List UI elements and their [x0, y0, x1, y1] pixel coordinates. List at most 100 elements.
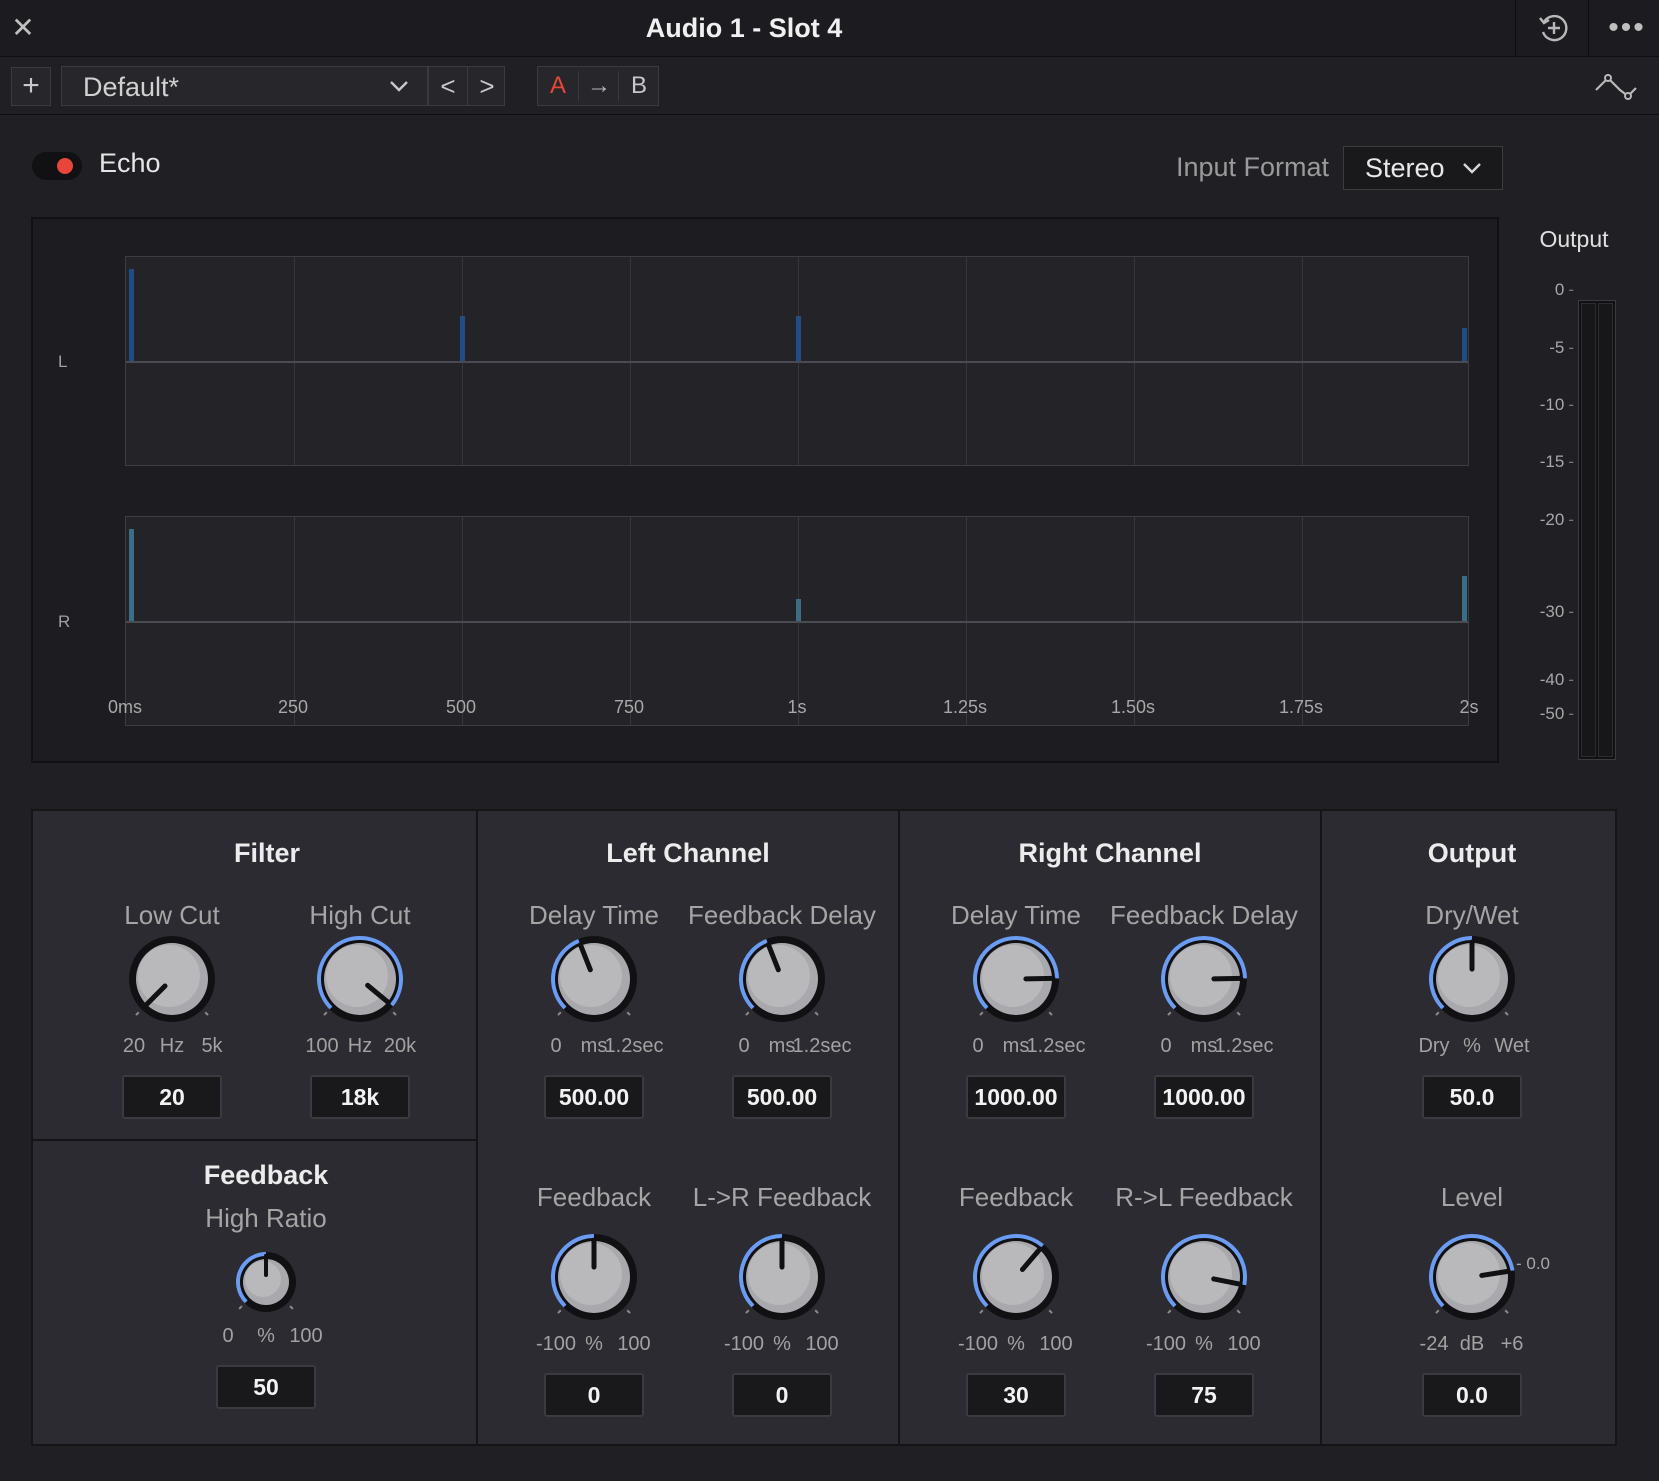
right-channel-section-title: Right Channel	[1018, 838, 1202, 868]
left-feedback-delay-scale-min: 0	[738, 1035, 750, 1057]
tick-mark: -	[1568, 510, 1574, 529]
enable-toggle[interactable]	[32, 152, 82, 180]
r-to-l-feedback-knob[interactable]	[1151, 1224, 1257, 1335]
enable-indicator	[57, 158, 73, 174]
time-tick-label: 2s	[1459, 697, 1479, 717]
high-ratio-knob[interactable]	[226, 1242, 306, 1327]
echo-display: L R 0ms 250 500 750 1s 1.25s 1.50s 1.75s 2s	[31, 217, 1499, 763]
meter-tick-value: -40	[1539, 670, 1565, 689]
left-feedback-value-field[interactable]: 0	[544, 1373, 644, 1417]
left-delay-time-knob[interactable]	[541, 926, 647, 1037]
low-cut-value-field[interactable]: 20	[122, 1075, 222, 1119]
time-tick-label: 500	[445, 697, 477, 717]
tick-mark: -	[1568, 280, 1574, 299]
dry-wet-scale-max: Wet	[1494, 1035, 1530, 1057]
output-section-title: Output	[1427, 838, 1517, 868]
r-to-l-feedback-value-field[interactable]: 75	[1154, 1373, 1254, 1417]
l-to-r-feedback-knob[interactable]	[729, 1224, 835, 1335]
input-format-value: Stereo	[1365, 153, 1445, 183]
meter-tick-value: -50	[1539, 704, 1565, 723]
history-add-icon[interactable]	[1536, 10, 1572, 46]
left-delay-time-value-field[interactable]: 500.00	[544, 1075, 644, 1119]
level-value-field[interactable]: 0.0	[1422, 1373, 1522, 1417]
level-scale-max: +6	[1500, 1333, 1524, 1355]
tick-mark: -	[1568, 338, 1574, 357]
divider	[31, 1139, 478, 1141]
left-feedback-delay-knob[interactable]	[729, 926, 835, 1037]
high-cut-value-field[interactable]: 18k	[310, 1075, 410, 1119]
right-delay-time-scale-max: 1.2sec	[1026, 1035, 1086, 1057]
next-preset-button[interactable]: >	[467, 67, 506, 105]
add-preset-button[interactable]: +	[11, 67, 51, 106]
chevron-down-icon	[1463, 163, 1481, 174]
l-to-r-feedback-label: L->R Feedback	[692, 1182, 872, 1212]
preset-dropdown[interactable]: Default*	[61, 66, 428, 106]
high-ratio-scale-max: 100	[289, 1325, 323, 1347]
window-title: Audio 1 - Slot 4	[645, 13, 843, 43]
time-tick-label: 1.25s	[942, 697, 988, 717]
previous-preset-button[interactable]: <	[429, 67, 467, 105]
right-delay-time-knob[interactable]	[963, 926, 1069, 1037]
right-channel-label: R	[58, 612, 71, 631]
divider	[1515, 0, 1516, 56]
baseline	[126, 361, 1468, 363]
more-icon[interactable]: •••	[1605, 10, 1649, 46]
time-tick-label: 1.75s	[1278, 697, 1324, 717]
dry-wet-value-field[interactable]: 50.0	[1422, 1075, 1522, 1119]
l-to-r-feedback-scale-max: 100	[805, 1333, 839, 1355]
high-cut-scale-unit: Hz	[347, 1035, 373, 1057]
left-feedback-delay-value-field[interactable]: 500.00	[732, 1075, 832, 1119]
tick-mark: -	[1568, 452, 1574, 471]
meter-tick-label: 0-	[1508, 280, 1574, 300]
left-channel-section-title: Left Channel	[606, 838, 770, 868]
meter-tick-value: -10	[1539, 395, 1565, 414]
meter-tick-value: -20	[1539, 510, 1565, 529]
l-to-r-feedback-value-field[interactable]: 0	[732, 1373, 832, 1417]
level-scale-unit: dB	[1459, 1333, 1485, 1355]
left-delay-time-scale-max: 1.2sec	[604, 1035, 664, 1057]
left-channel-label: L	[58, 352, 68, 371]
low-cut-knob[interactable]	[119, 926, 225, 1037]
right-feedback-delay-knob[interactable]	[1151, 926, 1257, 1037]
meter-channel-left	[1581, 303, 1596, 757]
meter-tick-value: -5	[1549, 338, 1565, 357]
meter-channel-right	[1598, 303, 1613, 757]
echo-tap	[796, 316, 801, 361]
time-tick-label: 750	[613, 697, 645, 717]
dry-wet-knob[interactable]	[1419, 926, 1525, 1037]
echo-tap	[129, 269, 134, 361]
feedback-section-title: Feedback	[203, 1160, 329, 1190]
meter-tick-label: -20-	[1508, 510, 1574, 530]
compare-a-button[interactable]: A	[538, 67, 578, 105]
meter-title: Output	[1539, 226, 1609, 252]
divider	[898, 809, 900, 1446]
left-feedback-delay-scale-unit: ms	[768, 1035, 796, 1057]
compare-b-button[interactable]: B	[619, 67, 659, 105]
right-feedback-knob[interactable]	[963, 1224, 1069, 1335]
right-channel-plot	[125, 516, 1469, 726]
right-feedback-label: Feedback	[958, 1182, 1074, 1212]
r-to-l-feedback-scale-max: 100	[1227, 1333, 1261, 1355]
level-knob[interactable]	[1419, 1224, 1525, 1335]
copy-a-to-b-button[interactable]: →	[579, 67, 619, 105]
right-feedback-value-field[interactable]: 30	[966, 1373, 1066, 1417]
preset-name: Default*	[83, 72, 180, 102]
left-feedback-scale-max: 100	[617, 1333, 651, 1355]
right-feedback-scale-unit: %	[1007, 1333, 1025, 1355]
left-feedback-knob[interactable]	[541, 1224, 647, 1335]
right-delay-time-value-field[interactable]: 1000.00	[966, 1075, 1066, 1119]
right-feedback-delay-value-field[interactable]: 1000.00	[1154, 1075, 1254, 1119]
output-meter	[1578, 300, 1616, 760]
l-to-r-feedback-scale-unit: %	[773, 1333, 791, 1355]
left-feedback-scale-min: -100	[535, 1333, 577, 1355]
input-format-dropdown[interactable]: Stereo	[1343, 146, 1503, 190]
time-tick-label: 1.50s	[1110, 697, 1156, 717]
echo-tap	[460, 316, 465, 361]
left-feedback-delay-scale-max: 1.2sec	[792, 1035, 852, 1057]
high-cut-knob[interactable]	[307, 926, 413, 1037]
high-ratio-value-field[interactable]: 50	[216, 1365, 316, 1409]
level-unity-mark: - 0.0	[1516, 1254, 1551, 1273]
plugin-name: Echo	[99, 148, 161, 178]
meter-tick-value: 0	[1554, 280, 1565, 299]
curve-icon[interactable]	[1594, 68, 1640, 104]
